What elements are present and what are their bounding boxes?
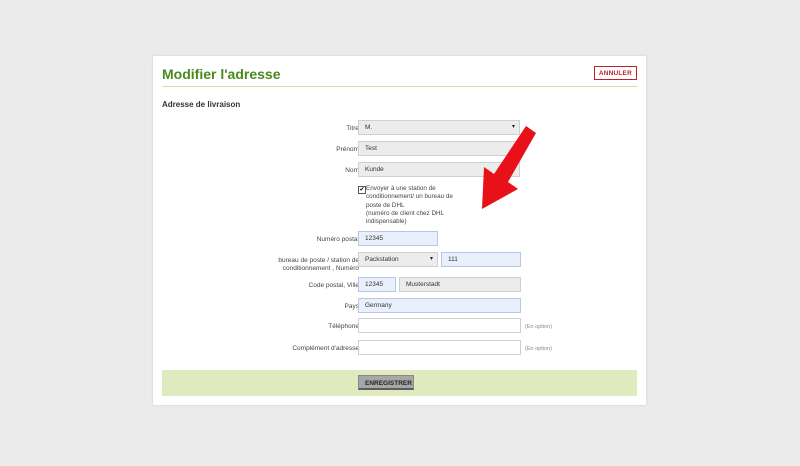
page-title: Modifier l'adresse (162, 66, 281, 82)
checkbox-label-line: poste de DHL (366, 201, 405, 209)
city-input[interactable]: Musterstadt (399, 277, 521, 292)
bureau-number-input[interactable]: 111 (441, 252, 521, 267)
pays-label: Pays (344, 303, 359, 310)
bureau-label: bureau de poste / station de conditionne… (278, 257, 359, 273)
complement-input[interactable] (358, 340, 521, 355)
checkbox-label-line: indispensable) (366, 218, 407, 226)
chevron-down-icon: ▾ (429, 256, 433, 262)
checkbox-label-line: Envoyer à une station de (366, 185, 436, 192)
telephone-label: Téléphone (328, 323, 359, 330)
prenom-value: Test (365, 145, 377, 152)
bureau-number-value: 111 (448, 256, 458, 263)
checkbox-label-line: (numéro de client chez DHL (366, 209, 445, 217)
numero-postal-value: 12345 (365, 235, 384, 242)
zip-input[interactable]: 12345 (358, 277, 396, 292)
packstation-checkbox[interactable]: ✔ (358, 186, 366, 194)
zip-value: 12345 (365, 281, 384, 288)
bureau-type-select[interactable]: Packstation ▾ (358, 252, 438, 267)
cancel-button[interactable]: ANNULER (593, 66, 637, 80)
code-postal-label: Code postal, Ville (308, 282, 359, 289)
nom-label: Nom (345, 167, 359, 174)
red-arrow-icon (482, 126, 536, 209)
bureau-type-value: Packstation (365, 256, 399, 263)
checkbox-label-line: conditionnement/ un bureau de (366, 193, 453, 201)
edit-address-card: Modifier l'adresse ANNULER Adresse de li… (153, 56, 646, 405)
form-footer: ENREGISTRER (162, 370, 637, 396)
complement-label: Complément d'adresse (292, 345, 359, 352)
titre-value: M. (365, 124, 373, 131)
numero-postal-input[interactable]: 12345 (358, 231, 438, 246)
complement-optional-hint: (En option) (525, 346, 552, 352)
save-button[interactable]: ENREGISTRER (358, 375, 414, 390)
bureau-label-line: conditionnement , Numéro (282, 265, 359, 272)
numero-postal-label: Numéro postal (316, 236, 359, 243)
telephone-optional-hint: (En option) (525, 324, 552, 330)
prenom-label: Prénom (336, 146, 359, 153)
telephone-input[interactable] (358, 318, 521, 333)
packstation-checkbox-label: Envoyer à une station de conditionnement… (366, 185, 454, 226)
pays-value: Germany (365, 302, 392, 309)
bureau-label-line: bureau de poste / station de (278, 257, 359, 264)
title-divider (162, 86, 637, 87)
pays-select[interactable]: Germany (358, 298, 521, 313)
nom-value: Kunde (365, 166, 384, 173)
section-title: Adresse de livraison (162, 100, 241, 109)
city-value: Musterstadt (406, 281, 440, 288)
